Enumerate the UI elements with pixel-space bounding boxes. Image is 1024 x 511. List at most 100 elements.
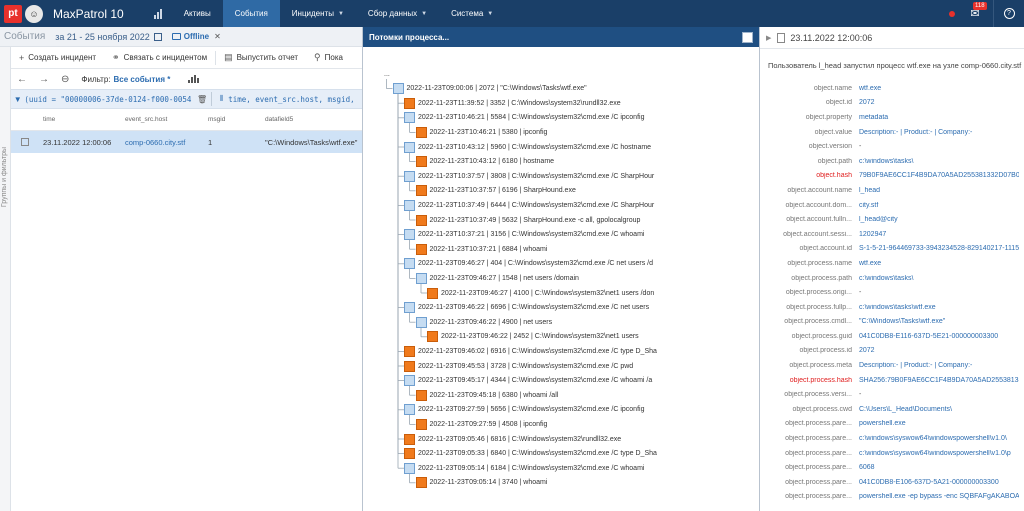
tree-node[interactable]: 2022-11-23T09:46:27 | 4100 | C:\Windows\… bbox=[427, 286, 654, 300]
property-value[interactable]: 6068 bbox=[859, 464, 1019, 471]
property-value[interactable]: c:\windows\syswow64\windowspowershell\v1… bbox=[859, 450, 1019, 457]
tree-node[interactable]: 2022-11-23T10:37:49 | 5632 | SharpHound.… bbox=[415, 213, 640, 227]
tree-node[interactable]: 2022-11-23T09:05:46 | 6816 | C:\Windows\… bbox=[404, 432, 621, 446]
tree-node[interactable]: 2022-11-23T11:39:52 | 3352 | C:\Windows\… bbox=[404, 96, 621, 110]
report-button[interactable]: ▤ Выпустить отчет bbox=[216, 47, 306, 69]
more-button[interactable]: ⚲ Пока bbox=[306, 47, 351, 69]
property-value[interactable]: SHA256:79B0F9AE6CC1F4B9DA70A5AD255381332 bbox=[859, 377, 1019, 384]
create-incident-button[interactable]: + Создать инцидент bbox=[11, 47, 104, 69]
property-value[interactable]: Description:- | Product:- | Company:- bbox=[859, 129, 1019, 136]
property-value[interactable]: c:\windows\tasks\ bbox=[859, 275, 1019, 282]
tree-node[interactable]: 2022-11-23T10:46:21 | 5584 | C:\Windows\… bbox=[404, 111, 644, 125]
column-header-host[interactable]: event_src.host bbox=[125, 116, 208, 123]
property-value[interactable]: powershell.exe -ep bypass -enc SQBFAFgAK… bbox=[859, 493, 1019, 500]
nav-item-1[interactable]: События bbox=[222, 0, 280, 27]
columns-input[interactable]: time, event_src.host, msgid, bbox=[228, 95, 362, 104]
tree-node[interactable]: 2022-11-23T09:45:17 | 4344 | C:\Windows\… bbox=[404, 374, 652, 388]
property-value[interactable]: l_head@city bbox=[859, 216, 1019, 223]
collapse-chevron-icon[interactable]: ▶ bbox=[766, 34, 771, 42]
tree-node[interactable]: 2022-11-23T10:37:21 | 3156 | C:\Windows\… bbox=[404, 228, 644, 242]
tree-node[interactable]: 2022-11-23T09:45:18 | 6380 | whoami /all bbox=[415, 388, 558, 402]
tree-node[interactable]: 2022-11-23T09:00:06 | 2072 | "C:\Windows… bbox=[392, 82, 587, 96]
calendar-icon[interactable] bbox=[153, 32, 162, 41]
property-value[interactable]: wtf.exe bbox=[859, 85, 1019, 92]
property-value[interactable]: c:\windows\tasks\wtf.exe bbox=[859, 304, 1019, 311]
property-value[interactable]: 041C0DB8-E116-637D-5E21-000000003300 bbox=[859, 333, 1019, 340]
property-value[interactable]: wtf.exe bbox=[859, 260, 1019, 267]
column-header-msgid[interactable]: msgid bbox=[208, 116, 265, 123]
property-key: object.process.pare... bbox=[785, 435, 852, 443]
property-value[interactable]: C:\Users\L_Head\Documents\ bbox=[859, 406, 1019, 413]
tree-node[interactable]: 2022-11-23T09:27:59 | 4508 | ipconfig bbox=[415, 417, 547, 431]
tree-node[interactable]: 2022-11-23T09:46:27 | 404 | C:\Windows\s… bbox=[404, 257, 653, 271]
property-value[interactable]: 041C0DB8-E106-637D-5A21-000000003300 bbox=[859, 479, 1019, 486]
property-value[interactable]: 79B0F9AE6CC1F4B9DA70A5AD255381332D07B0C bbox=[859, 172, 1019, 179]
link-incident-button[interactable]: ⚭ Связать с инцидентом bbox=[104, 47, 215, 69]
back-arrow-icon[interactable]: ← bbox=[11, 74, 33, 85]
tree-node[interactable]: 2022-11-23T10:37:57 | 3808 | C:\Windows\… bbox=[404, 169, 654, 183]
tree-node[interactable]: 2022-11-23T09:05:14 | 3740 | whoami bbox=[415, 476, 547, 490]
tree-node-label: 2022-11-23T09:46:27 | 4100 | C:\Windows\… bbox=[441, 289, 655, 297]
histogram-icon[interactable] bbox=[188, 75, 200, 83]
property-value[interactable]: city.stf bbox=[859, 202, 1019, 209]
offline-source-chip[interactable]: Offline ✕ bbox=[171, 32, 221, 41]
tree-node[interactable]: 2022-11-23T09:05:33 | 6840 | C:\Windows\… bbox=[404, 447, 657, 461]
tree-node[interactable]: 2022-11-23T09:05:14 | 6184 | C:\Windows\… bbox=[404, 461, 644, 475]
property-value[interactable]: c:\windows\syswow64\windowspowershell\v1… bbox=[859, 435, 1019, 442]
tree-node[interactable]: 2022-11-23T09:27:59 | 5656 | C:\Windows\… bbox=[404, 403, 644, 417]
property-value[interactable]: l_head bbox=[859, 187, 1019, 194]
tree-node[interactable]: 2022-11-23T09:46:27 | 1548 | net users /… bbox=[415, 271, 579, 285]
query-input[interactable]: (uuid = "00000006-37de-0124-f000-0054 bbox=[24, 95, 196, 104]
property-value[interactable]: c:\windows\tasks\ bbox=[859, 158, 1019, 165]
column-header-time[interactable]: time bbox=[43, 116, 125, 123]
tree-node[interactable]: 2022-11-23T10:46:21 | 5380 | ipconfig bbox=[415, 125, 547, 139]
notifications-bell-icon[interactable]: ✉ 118 bbox=[967, 1, 987, 21]
tree-node[interactable]: 2022-11-23T10:37:57 | 6196 | SharpHound.… bbox=[415, 184, 576, 198]
property-value[interactable]: 2072 bbox=[859, 99, 1019, 106]
columns-icon: ⦀ bbox=[219, 94, 224, 103]
help-button[interactable]: ? bbox=[994, 0, 1024, 27]
pt-logo[interactable]: pt bbox=[4, 4, 22, 23]
forward-arrow-icon[interactable]: → bbox=[33, 74, 55, 85]
tree-node[interactable]: 2022-11-23T09:46:22 | 4900 | net users bbox=[415, 315, 552, 329]
nav-item-3[interactable]: Сбор данных ▼ bbox=[356, 0, 439, 27]
property-row: object.account.id S-1-5-21-964469733-3943… bbox=[760, 242, 1024, 257]
chevron-down-icon: ▼ bbox=[337, 10, 344, 17]
nav-item-0[interactable]: Активы bbox=[172, 0, 223, 27]
dashboard-chart-icon[interactable] bbox=[153, 8, 164, 19]
trash-icon[interactable]: 🗑 bbox=[196, 95, 207, 104]
tree-node[interactable]: 2022-11-23T09:46:22 | 2452 | C:\Windows\… bbox=[427, 330, 639, 344]
property-value[interactable]: powershell.exe bbox=[859, 420, 1019, 427]
tree-node[interactable]: 2022-11-23T10:37:49 | 6444 | C:\Windows\… bbox=[404, 198, 654, 212]
close-icon[interactable]: ✕ bbox=[214, 32, 221, 41]
tree-root[interactable]: ... bbox=[381, 67, 390, 81]
tree-node[interactable]: 2022-11-23T09:46:02 | 6916 | C:\Windows\… bbox=[404, 344, 657, 358]
property-key: object.account.name bbox=[787, 186, 852, 194]
date-range[interactable]: за 21 - 25 ноября 2022 bbox=[55, 32, 149, 42]
column-header-datafield5[interactable]: datafield5 bbox=[265, 116, 362, 123]
tree-node-label: 2022-11-23T09:46:27 | 404 | C:\Windows\s… bbox=[418, 260, 654, 268]
property-value[interactable]: metadata bbox=[859, 114, 1019, 121]
property-value[interactable]: Description:- | Product:- | Company:- bbox=[859, 362, 1019, 369]
process-leaf-icon bbox=[415, 185, 427, 197]
nav-item-2[interactable]: Инциденты ▼ bbox=[280, 0, 356, 27]
nav-item-4[interactable]: Система ▼ bbox=[439, 0, 505, 27]
property-value[interactable]: 2072 bbox=[859, 347, 1019, 354]
tree-node[interactable]: 2022-11-23T10:37:21 | 6884 | whoami bbox=[415, 242, 547, 256]
property-value: - bbox=[859, 391, 862, 399]
table-row[interactable]: 23.11.2022 12:00:06 comp-0660.city.stf 1… bbox=[11, 131, 362, 153]
property-value[interactable]: 1202947 bbox=[859, 231, 1019, 238]
tree-node[interactable]: 2022-11-23T10:43:12 | 6180 | hostname bbox=[415, 155, 554, 169]
tree-node[interactable]: 2022-11-23T10:43:12 | 5960 | C:\Windows\… bbox=[404, 140, 651, 154]
dialog-close-button[interactable] bbox=[742, 31, 753, 43]
process-parent-icon bbox=[404, 229, 415, 241]
cell-host[interactable]: comp-0660.city.stf bbox=[125, 138, 208, 147]
tree-node[interactable]: 2022-11-23T09:46:22 | 6696 | C:\Windows\… bbox=[404, 301, 649, 315]
property-value[interactable]: "C:\Windows\Tasks\wtf.exe" bbox=[859, 318, 1019, 325]
filter-value[interactable]: Все события * bbox=[114, 75, 171, 84]
property-row: object.process.id 2072 bbox=[760, 344, 1024, 359]
tree-node[interactable]: 2022-11-23T09:45:53 | 3728 | C:\Windows\… bbox=[404, 359, 633, 373]
property-value[interactable]: S-1-5-21-964469733-3943234528-829140217-… bbox=[859, 245, 1019, 252]
groups-filters-side-tab[interactable]: Группы и фильтры bbox=[0, 47, 11, 511]
minus-circle-icon[interactable]: ⊖ bbox=[55, 74, 75, 85]
